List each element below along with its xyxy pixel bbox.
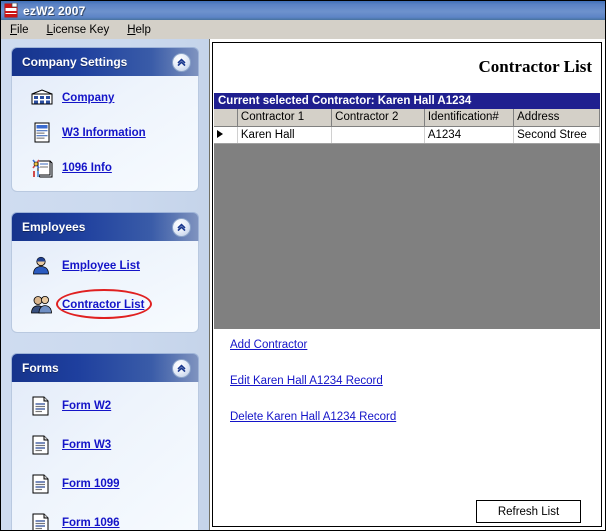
sidebar-item-label-form-w3[interactable]: Form W3 <box>62 439 111 451</box>
table-row[interactable]: Karen Hall A1234 Second Stree <box>214 126 600 144</box>
panel-forms: Forms Form W2 Form W3 Form 1099 Form 109… <box>11 353 199 530</box>
delete-contractor-link[interactable]: Delete Karen Hall A1234 Record <box>230 411 396 423</box>
panel-title-forms: Forms <box>22 361 59 375</box>
grid-col-contractor1[interactable]: Contractor 1 <box>237 109 333 127</box>
cell-contractor1[interactable]: Karen Hall <box>237 126 333 144</box>
people-group-icon <box>30 294 54 316</box>
grid-header-row: Contractor 1 Contractor 2 Identification… <box>214 109 600 127</box>
panel-company-settings: Company Settings Company W3 Information … <box>11 47 199 192</box>
contractor-grid: Current selected Contractor: Karen Hall … <box>214 93 600 329</box>
panel-header-employees[interactable]: Employees <box>11 212 199 241</box>
panel-body-forms: Form W2 Form W3 Form 1099 Form 1096 <box>11 382 199 530</box>
sidebar-item-company[interactable]: Company <box>20 87 190 109</box>
sidebar-item-label-company[interactable]: Company <box>62 92 114 104</box>
menu-item-license-key-rest: icense Key <box>52 23 110 36</box>
form-tools-icon <box>30 157 54 179</box>
sidebar-item-contractor-list[interactable]: Contractor List <box>20 294 190 316</box>
sidebar-item-employee-list[interactable]: Employee List <box>20 255 190 277</box>
action-links: Add Contractor Edit Karen Hall A1234 Rec… <box>213 335 601 523</box>
form-page-icon <box>30 473 54 495</box>
panel-title-company-settings: Company Settings <box>22 55 128 69</box>
panel-employees: Employees Employee List Contractor List <box>11 212 199 333</box>
content-inner: Contractor List Current selected Contrac… <box>212 42 602 527</box>
sidebar-item-label-contractor-list[interactable]: Contractor List <box>62 299 144 311</box>
cell-contractor2[interactable] <box>331 126 425 144</box>
action-row-edit: Edit Karen Hall A1234 Record <box>213 371 601 389</box>
edit-contractor-link[interactable]: Edit Karen Hall A1234 Record <box>230 375 383 387</box>
window-title: ezW2 2007 <box>23 3 86 18</box>
menu-item-file[interactable]: File <box>1 22 38 38</box>
panel-body-employees: Employee List Contractor List <box>11 241 199 333</box>
menu-item-help-rest: elp <box>135 23 151 36</box>
sidebar-item-label-1096-info[interactable]: 1096 Info <box>62 162 112 174</box>
grid-col-identification[interactable]: Identification# <box>424 109 515 127</box>
refresh-list-button[interactable]: Refresh List <box>476 500 581 523</box>
grid-caption: Current selected Contractor: Karen Hall … <box>214 93 600 109</box>
app-document-icon <box>3 2 19 18</box>
panel-header-company-settings[interactable]: Company Settings <box>11 47 199 76</box>
form-page-icon <box>30 395 54 417</box>
panel-body-company-settings: Company W3 Information 1096 Info <box>11 76 199 192</box>
sidebar-item-label-form-w2[interactable]: Form W2 <box>62 400 111 412</box>
chevron-double-up-icon[interactable] <box>172 358 191 378</box>
page-title: Contractor List <box>478 57 592 76</box>
grid-table[interactable]: Contractor 1 Contractor 2 Identification… <box>214 109 600 144</box>
sidebar-item-label-w3-information[interactable]: W3 Information <box>62 127 146 139</box>
chevron-double-up-icon[interactable] <box>172 52 191 72</box>
grid-col-contractor2[interactable]: Contractor 2 <box>331 109 425 127</box>
row-selector-arrow[interactable] <box>214 126 238 144</box>
sidebar-item-w3-information[interactable]: W3 Information <box>20 122 190 144</box>
content-pane: Contractor List Current selected Contrac… <box>209 39 605 530</box>
chevron-double-up-icon[interactable] <box>172 217 191 237</box>
application-window: ezW2 2007 File License Key Help Company … <box>0 0 606 531</box>
sidebar-item-label-form-1099[interactable]: Form 1099 <box>62 478 120 490</box>
panel-title-employees: Employees <box>22 220 86 234</box>
sidebar-item-form-1099[interactable]: Form 1099 <box>20 473 190 495</box>
sidebar-item-1096-info[interactable]: 1096 Info <box>20 157 190 179</box>
panel-header-forms[interactable]: Forms <box>11 353 199 382</box>
menu-bar: File License Key Help <box>1 20 605 39</box>
add-contractor-link[interactable]: Add Contractor <box>230 339 307 351</box>
sidebar-item-form-1096[interactable]: Form 1096 <box>20 512 190 530</box>
document-lines-icon <box>30 122 54 144</box>
sidebar-item-form-w2[interactable]: Form W2 <box>20 395 190 417</box>
cell-address[interactable]: Second Stree <box>513 126 600 144</box>
form-page-icon <box>30 434 54 456</box>
grid-col-address[interactable]: Address <box>513 109 600 127</box>
action-row-delete: Delete Karen Hall A1234 Record <box>213 407 601 425</box>
building-icon <box>30 87 54 109</box>
sidebar-item-label-form-1096[interactable]: Form 1096 <box>62 517 120 529</box>
menu-item-license-key[interactable]: License Key <box>38 22 119 38</box>
grid-col-rowheader[interactable] <box>214 109 238 127</box>
form-page-icon <box>30 512 54 530</box>
menu-item-help[interactable]: Help <box>118 22 160 38</box>
person-icon <box>30 255 54 277</box>
action-row-add: Add Contractor <box>213 335 601 353</box>
title-bar: ezW2 2007 <box>1 1 605 20</box>
cell-identification[interactable]: A1234 <box>424 126 515 144</box>
menu-item-file-rest: ile <box>17 23 29 36</box>
sidebar-item-label-employee-list[interactable]: Employee List <box>62 260 140 272</box>
sidebar: Company Settings Company W3 Information … <box>1 39 209 530</box>
sidebar-item-form-w3[interactable]: Form W3 <box>20 434 190 456</box>
